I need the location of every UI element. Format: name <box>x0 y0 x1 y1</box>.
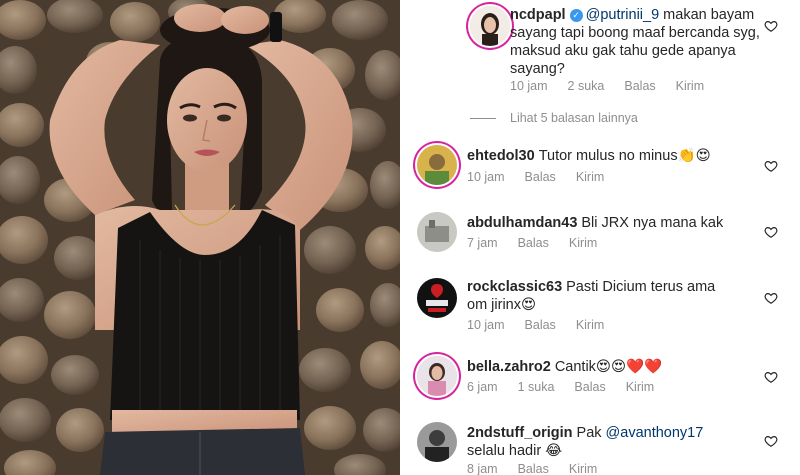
reply-button[interactable]: Balas <box>624 79 655 93</box>
comment-meta: 10 jam Balas Kirim <box>467 170 624 184</box>
like-heart-icon[interactable] <box>764 434 778 448</box>
like-heart-icon[interactable] <box>764 19 778 33</box>
comment-mention[interactable]: @putrinii_9 <box>586 7 660 23</box>
comment-username[interactable]: 2ndstuff_origin <box>467 425 573 441</box>
comment-username[interactable]: ehtedol30 <box>467 148 535 164</box>
comment-text: 2ndstuff_origin Pak @avanthony17 selalu h… <box>467 424 732 460</box>
comment-time[interactable]: 7 jam <box>467 236 498 250</box>
comment-username[interactable]: rockclassic63 <box>467 279 562 295</box>
comment-username[interactable]: bella.zahro2 <box>467 359 551 375</box>
post-photo <box>0 0 400 475</box>
reply-button[interactable]: Balas <box>525 318 556 332</box>
comment-meta: 8 jam Balas Kirim <box>467 462 617 475</box>
comments-panel: ncdpapl ✓ @putrinii_9 makan bayam sayang t… <box>400 0 800 475</box>
comment-time[interactable]: 10 jam <box>467 318 505 332</box>
comment-username[interactable]: ncdpapl <box>510 7 566 23</box>
comment-text: rockclassic63 Pasti Dicium terus ama om j… <box>467 278 737 314</box>
send-button[interactable]: Kirim <box>569 236 597 250</box>
view-replies-label: Lihat 5 balasan lainnya <box>510 111 638 125</box>
comment-likes[interactable]: 1 suka <box>518 380 555 394</box>
like-heart-icon[interactable] <box>764 159 778 173</box>
avatar[interactable] <box>417 422 457 462</box>
reply-button[interactable]: Balas <box>574 380 605 394</box>
like-heart-icon[interactable] <box>764 370 778 384</box>
avatar[interactable] <box>417 356 457 396</box>
comment-time[interactable]: 8 jam <box>467 462 498 475</box>
comment-likes[interactable]: 2 suka <box>568 79 605 93</box>
send-button[interactable]: Kirim <box>676 79 704 93</box>
comment-time[interactable]: 6 jam <box>467 380 498 394</box>
send-button[interactable]: Kirim <box>626 380 654 394</box>
comment-text: abdulhamdan43 Bli JRX nya mana kak <box>467 214 737 232</box>
comment-mention[interactable]: @avanthony17 <box>606 425 704 441</box>
reply-button[interactable]: Balas <box>518 462 549 475</box>
like-heart-icon[interactable] <box>764 291 778 305</box>
comment-meta: 10 jam Balas Kirim <box>467 318 624 332</box>
avatar[interactable] <box>417 145 457 185</box>
comment-username[interactable]: abdulhamdan43 <box>467 215 577 231</box>
send-button[interactable]: Kirim <box>576 318 604 332</box>
comment-body: Tutor mulus no minus👏😍 <box>538 148 711 164</box>
comment-meta: 7 jam Balas Kirim <box>467 236 617 250</box>
verified-badge-icon: ✓ <box>569 9 583 22</box>
send-button[interactable]: Kirim <box>569 462 597 475</box>
comment-body: Bli JRX nya mana kak <box>581 215 724 231</box>
comment-text: ehtedol30 Tutor mulus no minus👏😍 <box>467 147 737 165</box>
avatar[interactable] <box>417 278 457 318</box>
send-button[interactable]: Kirim <box>576 170 604 184</box>
avatar[interactable] <box>417 212 457 252</box>
comment-body-start: Pak <box>576 425 606 441</box>
like-heart-icon[interactable] <box>764 225 778 239</box>
comment-time[interactable]: 10 jam <box>467 170 505 184</box>
comment-body: selalu hadir 😂 <box>467 443 563 459</box>
comment-body: Cantik😍😍❤️❤️ <box>554 359 663 375</box>
avatar[interactable] <box>470 6 510 46</box>
comment-text: ncdpapl ✓ @putrinii_9 makan bayam sayang t… <box>510 6 765 78</box>
comment-meta: 6 jam 1 suka Balas Kirim <box>467 380 674 394</box>
replies-divider <box>470 117 496 119</box>
reply-button[interactable]: Balas <box>525 170 556 184</box>
view-replies-button[interactable]: Lihat 5 balasan lainnya <box>470 111 638 125</box>
comment-text: bella.zahro2 Cantik😍😍❤️❤️ <box>467 358 737 376</box>
comment-meta: 10 jam 2 suka Balas Kirim <box>510 79 724 93</box>
comment-time[interactable]: 10 jam <box>510 79 548 93</box>
reply-button[interactable]: Balas <box>518 236 549 250</box>
